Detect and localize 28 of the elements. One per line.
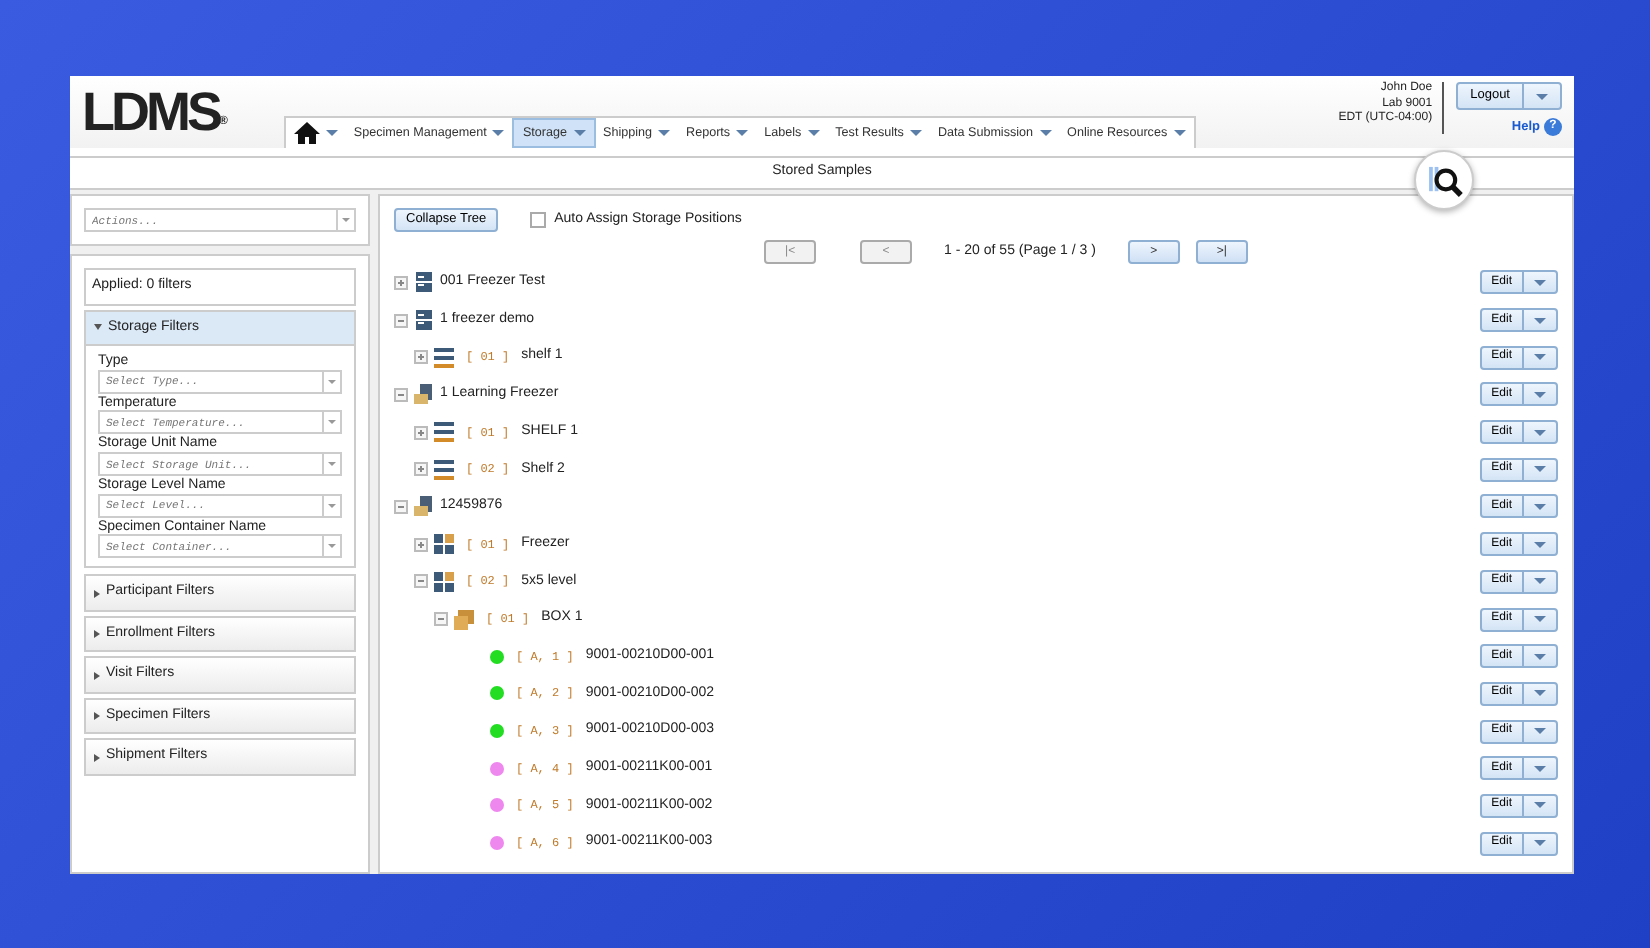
rack-icon	[434, 571, 454, 592]
collapse-toggle-icon[interactable]	[394, 313, 408, 328]
home-icon	[293, 122, 320, 144]
freezer-icon	[414, 310, 434, 331]
dropdown-button[interactable]	[322, 452, 342, 477]
expand-toggle-icon[interactable]	[414, 462, 428, 477]
shelf-icon	[434, 459, 454, 480]
dropdown-button[interactable]	[322, 493, 342, 518]
shelf-icon	[434, 347, 454, 368]
dropdown-button[interactable]	[322, 534, 342, 559]
collapse-toggle-icon[interactable]	[394, 387, 408, 402]
dropdown-button[interactable]	[322, 369, 342, 394]
expand-toggle-icon[interactable]	[414, 425, 428, 440]
freezer-icon	[414, 272, 434, 293]
expand-toggle-icon[interactable]	[394, 275, 408, 290]
rack-icon	[434, 534, 454, 555]
shelf-icon	[434, 422, 454, 443]
storage-unit-icon	[414, 496, 434, 517]
collapse-toggle-icon[interactable]	[414, 574, 428, 589]
collapse-toggle-icon[interactable]	[394, 499, 408, 514]
box-icon	[454, 609, 474, 630]
storage-unit-icon	[414, 384, 434, 405]
collapse-toggle-icon[interactable]	[434, 612, 448, 627]
dropdown-button[interactable]	[322, 410, 342, 435]
checkbox[interactable]	[530, 212, 547, 228]
expand-toggle-icon[interactable]	[414, 350, 428, 365]
expand-toggle-icon[interactable]	[414, 537, 428, 552]
dropdown-button[interactable]	[336, 208, 356, 232]
